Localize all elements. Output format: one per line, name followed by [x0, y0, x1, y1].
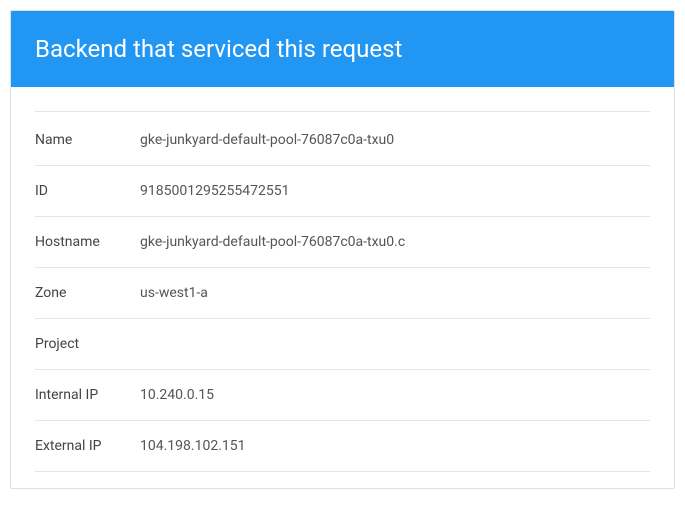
row-id: ID 9185001295255472551	[35, 166, 650, 217]
value-name: gke-junkyard-default-pool-76087c0a-txu0	[140, 132, 394, 148]
label-hostname: Hostname	[35, 234, 140, 250]
label-id: ID	[35, 183, 140, 199]
row-external-ip: External IP 104.198.102.151	[35, 421, 650, 472]
value-external-ip: 104.198.102.151	[140, 438, 246, 454]
card-header: Backend that serviced this request	[11, 11, 674, 87]
value-zone: us-west1-a	[140, 285, 208, 301]
label-external-ip: External IP	[35, 438, 140, 454]
backend-info-card: Backend that serviced this request Name …	[10, 10, 675, 489]
row-hostname: Hostname gke-junkyard-default-pool-76087…	[35, 217, 650, 268]
value-id: 9185001295255472551	[140, 183, 290, 199]
value-hostname: gke-junkyard-default-pool-76087c0a-txu0.…	[140, 234, 405, 250]
label-project: Project	[35, 336, 140, 352]
row-name: Name gke-junkyard-default-pool-76087c0a-…	[35, 111, 650, 166]
value-internal-ip: 10.240.0.15	[140, 387, 214, 403]
label-zone: Zone	[35, 285, 140, 301]
row-zone: Zone us-west1-a	[35, 268, 650, 319]
label-internal-ip: Internal IP	[35, 387, 140, 403]
card-body: Name gke-junkyard-default-pool-76087c0a-…	[11, 87, 674, 488]
row-internal-ip: Internal IP 10.240.0.15	[35, 370, 650, 421]
label-name: Name	[35, 132, 140, 148]
card-title: Backend that serviced this request	[35, 35, 402, 63]
row-project: Project	[35, 319, 650, 370]
